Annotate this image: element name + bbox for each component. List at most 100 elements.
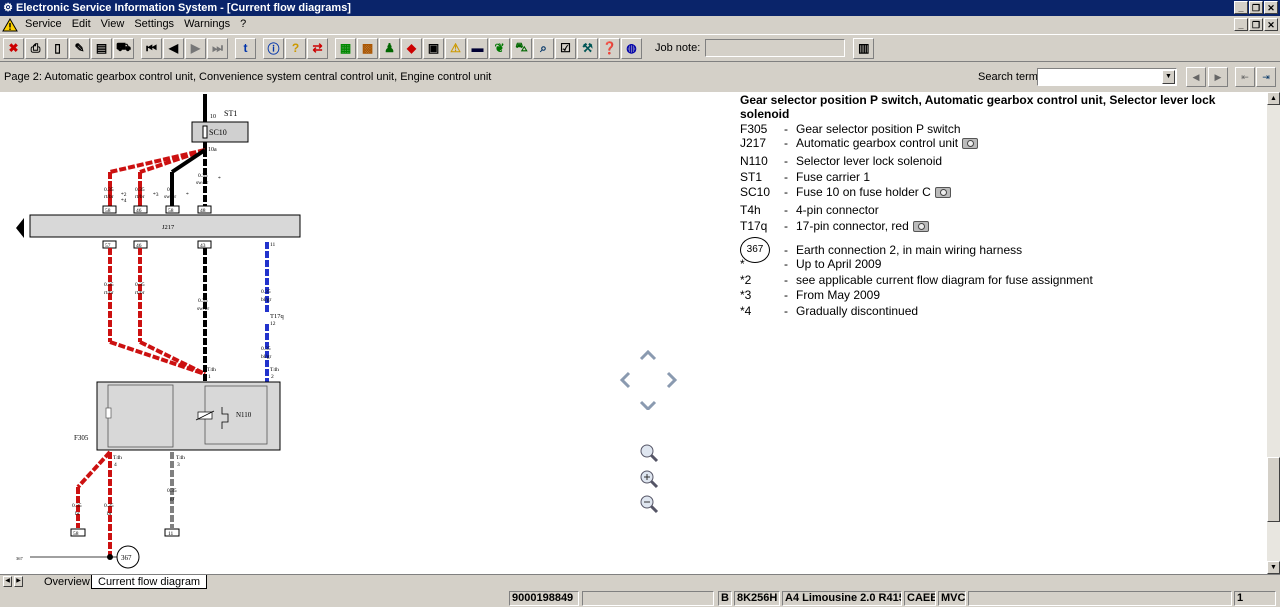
chevron-down-icon[interactable]: ▼	[1162, 70, 1175, 84]
window-title: Electronic Service Information System - …	[16, 2, 351, 14]
menu-help[interactable]: ?	[235, 16, 251, 33]
wire-size-6: 0.35	[135, 282, 145, 288]
find-previous-icon[interactable]: ⇤	[1235, 67, 1255, 87]
search-input[interactable]: ▼	[1037, 68, 1177, 86]
menu-settings[interactable]: Settings	[129, 16, 179, 33]
search-car-icon[interactable]: ⌕	[533, 37, 554, 59]
pan-up-icon[interactable]	[639, 349, 657, 361]
pan-left-icon[interactable]	[619, 371, 631, 389]
search-back-icon[interactable]: ◀	[1186, 67, 1206, 87]
job-note-edit-icon[interactable]: ▥	[853, 37, 875, 59]
last-page-icon[interactable]: ⏭	[207, 37, 228, 59]
doc-minimize-button[interactable]: _	[1234, 18, 1248, 31]
search-forward-icon[interactable]: ▶	[1208, 67, 1228, 87]
text-link-icon[interactable]: t	[235, 37, 256, 59]
menu-view[interactable]: View	[96, 16, 130, 33]
scroll-up-icon[interactable]: ▲	[1267, 92, 1280, 105]
print-icon[interactable]: ⎙	[25, 37, 46, 59]
t4h-pin-3: 3	[177, 462, 180, 468]
t4h-label-d: T4h	[176, 455, 185, 461]
wire-color-11: br	[107, 511, 112, 517]
doc-restore-button[interactable]: ❐	[1249, 18, 1263, 31]
current-flow-diagram[interactable]: 10 ST1 SC10 10a 0.35 rt/br 0.35 rt/br 0.…	[0, 92, 320, 574]
doc-close-button[interactable]: ✕	[1264, 18, 1278, 31]
pan-control	[619, 349, 678, 410]
person-icon[interactable]: ♟	[379, 37, 400, 59]
legend-item: T17q -17-pin connector, red	[740, 219, 929, 233]
menu-service[interactable]: Service	[20, 16, 67, 33]
camera-icon[interactable]	[934, 186, 951, 198]
window-controls: _ ❐ ✕	[1234, 1, 1278, 14]
find-next-icon[interactable]: ⇥	[1256, 67, 1276, 87]
legend-item: T4h -4-pin connector	[740, 203, 879, 217]
save-icon[interactable]: ▬	[467, 37, 488, 59]
warning-toolbar-icon[interactable]: ⚠	[445, 37, 466, 59]
camera-icon[interactable]	[962, 137, 979, 149]
help-document-icon[interactable]: ❓	[599, 37, 620, 59]
legend-description: Selector lever lock solenoid	[796, 154, 943, 168]
globe-icon[interactable]: ◍	[621, 37, 642, 59]
f305-switch-assembly[interactable]	[96, 381, 281, 451]
leaf-icon[interactable]: ❦	[489, 37, 510, 59]
form-icon[interactable]: ▣	[423, 37, 444, 59]
calculator-icon[interactable]: ▦	[335, 37, 356, 59]
next-page-icon[interactable]: ▶	[185, 37, 206, 59]
wire-size-12: 0.35	[167, 488, 177, 494]
pan-down-icon[interactable]	[639, 400, 657, 410]
pin-58-c: 58	[73, 531, 79, 537]
warning-icon	[2, 17, 18, 31]
menu-bar: Service Edit View Settings Warnings ? _ …	[0, 16, 1280, 33]
tab-strip: ◀ ▶ Overview Current flow diagram	[0, 574, 1280, 589]
vehicle-icon[interactable]: ⛟	[113, 37, 134, 59]
legend-description: Up to April 2009	[796, 257, 882, 271]
app-icon: ⚙	[3, 2, 13, 14]
pin-10-label: 10	[210, 114, 216, 120]
status-page-number: 1	[1234, 591, 1276, 606]
swap-icon[interactable]: ⇄	[307, 37, 328, 59]
scroll-thumb[interactable]	[1267, 457, 1280, 522]
previous-page-icon[interactable]: ◀	[163, 37, 184, 59]
legend-item: *3 - From May 2009	[740, 288, 880, 302]
new-document-icon[interactable]: ▯	[47, 37, 68, 59]
zoom-fit-icon[interactable]	[638, 442, 660, 464]
pan-right-icon[interactable]	[666, 371, 678, 389]
legend-code: T4h	[740, 203, 761, 217]
document-list-icon[interactable]: ▤	[91, 37, 112, 59]
zoom-out-icon[interactable]	[638, 493, 660, 515]
legend-code: *4	[740, 304, 752, 318]
edit-document-icon[interactable]: ✎	[69, 37, 90, 59]
wire-size-3: 0.5	[167, 187, 174, 193]
hint-icon[interactable]: ?	[285, 37, 306, 59]
legend-dash: -	[784, 304, 788, 318]
tab-overview[interactable]: Overview	[38, 575, 96, 589]
pin-58-a: 58	[105, 208, 111, 214]
tab-current-flow-diagram[interactable]: Current flow diagram	[91, 575, 208, 589]
job-note-field[interactable]	[705, 39, 846, 57]
menu-warnings[interactable]: Warnings	[179, 16, 235, 33]
checklist-icon[interactable]: ☑	[555, 37, 576, 59]
menu-edit[interactable]: Edit	[67, 16, 96, 33]
car-icon[interactable]: ⛍	[511, 37, 532, 59]
tab-scroll-right-icon[interactable]: ▶	[14, 576, 23, 587]
legend-code: SC10	[740, 185, 771, 199]
legend-description: Automatic gearbox control unit	[796, 136, 959, 150]
job-note-label: Job note:	[655, 42, 701, 54]
scroll-down-icon[interactable]: ▼	[1267, 561, 1280, 574]
zoom-in-icon[interactable]	[638, 468, 660, 490]
first-page-icon[interactable]: ⏮	[141, 37, 162, 59]
vertical-scrollbar[interactable]: ▲ ▼	[1267, 92, 1280, 574]
tab-scroll-left-icon[interactable]: ◀	[3, 576, 12, 587]
close-button[interactable]: ✕	[1264, 1, 1278, 14]
info-icon[interactable]: ⓘ	[263, 37, 284, 59]
restore-button[interactable]: ❐	[1249, 1, 1263, 14]
minimize-button[interactable]: _	[1234, 1, 1248, 14]
table-icon[interactable]: ▩	[357, 37, 378, 59]
tools-icon[interactable]: ⚒	[577, 37, 598, 59]
camera-icon[interactable]	[912, 220, 929, 232]
book-icon[interactable]: ◆	[401, 37, 422, 59]
legend-dash: -	[784, 243, 788, 257]
legend-dash: -	[784, 273, 788, 287]
mark-star: *	[186, 192, 189, 198]
legend-description: Gear selector position P switch	[796, 122, 961, 136]
exit-icon[interactable]: ✖	[3, 37, 24, 59]
